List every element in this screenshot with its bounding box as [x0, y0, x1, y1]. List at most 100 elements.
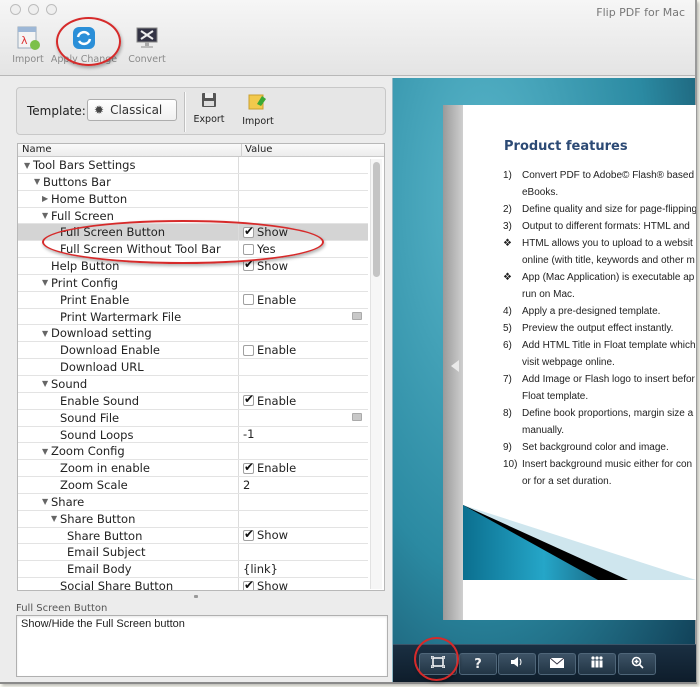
grid-row[interactable]: ▼ Share	[18, 493, 368, 511]
splitter-handle[interactable]	[194, 595, 198, 598]
row-value[interactable]: Enable	[238, 460, 368, 477]
grid-row[interactable]: Print Wartermark File	[18, 308, 368, 326]
row-value[interactable]: -1	[238, 426, 368, 443]
grid-row[interactable]: Print Enable Enable	[18, 291, 368, 309]
row-label: Download Enable	[60, 343, 160, 358]
row-label: Buttons Bar	[43, 174, 111, 189]
folder-browse-icon[interactable]	[352, 311, 362, 320]
zoom-window-button[interactable]	[46, 4, 57, 15]
template-select[interactable]: ✹ Classical	[87, 99, 177, 121]
grid-row[interactable]: Full Screen Button Show	[18, 224, 368, 242]
book-page[interactable]: Product features 1) Convert PDF to Adobe©…	[463, 105, 696, 620]
checkbox[interactable]	[243, 578, 254, 590]
apply-change-button[interactable]: Apply Change	[51, 24, 117, 65]
folder-browse-icon[interactable]	[352, 412, 362, 421]
row-value[interactable]: Enable	[238, 342, 368, 359]
grid-row[interactable]: Enable Sound Enable	[18, 392, 368, 410]
disclosure-open-icon[interactable]: ▼	[24, 161, 33, 170]
share-email-button[interactable]	[538, 653, 576, 675]
checkbox[interactable]	[243, 224, 254, 238]
row-value[interactable]: Enable	[238, 291, 368, 308]
grid-row[interactable]: Download URL	[18, 359, 368, 376]
disclosure-open-icon[interactable]: ▼	[51, 514, 60, 523]
disclosure-closed-icon[interactable]: ▶	[42, 194, 51, 203]
disclosure-open-icon[interactable]: ▼	[42, 211, 51, 220]
checkbox[interactable]	[243, 243, 254, 255]
import-pdf-icon: λ	[14, 24, 42, 52]
scrollbar-thumb[interactable]	[373, 162, 380, 277]
import-button[interactable]: λ Import	[4, 24, 52, 65]
row-value[interactable]: Show	[238, 224, 368, 241]
grid-row[interactable]: Social Share Button Show	[18, 578, 368, 590]
convert-button-label: Convert	[128, 54, 166, 65]
vertical-scrollbar[interactable]	[370, 159, 382, 589]
grid-row[interactable]: ▼ Print Config	[18, 274, 368, 292]
disclosure-open-icon[interactable]: ▼	[42, 278, 51, 287]
disclosure-open-icon[interactable]: ▼	[42, 329, 51, 338]
grid-row[interactable]: Email Body {link}	[18, 561, 368, 579]
checkbox[interactable]	[243, 392, 254, 407]
row-value[interactable]: Enable	[238, 392, 368, 409]
row-value[interactable]: Show	[238, 527, 368, 544]
disclosure-open-icon[interactable]: ▼	[34, 177, 43, 186]
grid-row[interactable]: Share Button Show	[18, 527, 368, 545]
grid-row[interactable]: ▶ Home Button	[18, 190, 368, 208]
disclosure-open-icon[interactable]: ▼	[42, 379, 51, 388]
column-header-value[interactable]: Value	[241, 144, 272, 157]
export-template-button[interactable]: Export	[187, 92, 231, 125]
column-header-name[interactable]: Name	[22, 144, 52, 155]
disclosure-open-icon[interactable]: ▼	[42, 447, 51, 456]
grid-row[interactable]: ▼ Download setting	[18, 325, 368, 343]
row-value[interactable]: Show	[238, 578, 368, 590]
grid-row[interactable]: ▼ Tool Bars Settings	[18, 157, 368, 174]
row-label: Full Screen Button	[60, 225, 166, 240]
row-value[interactable]: Yes	[238, 241, 368, 258]
grid-row[interactable]: Full Screen Without Tool Bar Yes	[18, 241, 368, 259]
grid-row[interactable]: Help Button Show	[18, 257, 368, 275]
grid-row[interactable]: Email Subject	[18, 544, 368, 562]
checkbox[interactable]	[243, 257, 254, 272]
zoom-in-button[interactable]	[618, 653, 656, 675]
grid-row[interactable]: Sound File	[18, 409, 368, 427]
sound-button[interactable]	[498, 653, 536, 675]
row-value	[238, 190, 368, 207]
import-template-button[interactable]: Import	[236, 92, 280, 127]
row-value	[238, 325, 368, 342]
row-value[interactable]	[238, 409, 368, 426]
feature-number: 9)	[503, 442, 512, 453]
checkbox[interactable]	[243, 294, 254, 306]
grid-row[interactable]: ▼ Share Button	[18, 510, 368, 528]
convert-icon	[133, 24, 161, 52]
row-value[interactable]	[238, 359, 368, 375]
disclosure-open-icon[interactable]: ▼	[42, 497, 51, 506]
close-window-button[interactable]	[10, 4, 21, 15]
row-value[interactable]: {link}	[238, 561, 368, 578]
row-value[interactable]: Show	[238, 257, 368, 274]
previous-page-arrow[interactable]	[451, 360, 459, 372]
grid-row[interactable]: Sound Loops -1	[18, 426, 368, 444]
feature-text: manually.	[522, 425, 565, 436]
grid-row[interactable]: Zoom in enable Enable	[18, 460, 368, 478]
grid-row[interactable]: ▼ Sound	[18, 375, 368, 393]
grid-row[interactable]: Download Enable Enable	[18, 342, 368, 360]
checkbox[interactable]	[243, 527, 254, 541]
social-share-button[interactable]	[578, 653, 616, 675]
feature-text: Convert PDF to Adobe© Flash® based	[522, 170, 695, 181]
fullscreen-button[interactable]	[419, 653, 457, 675]
row-value[interactable]	[238, 308, 368, 325]
row-value-text: Enable	[257, 461, 297, 476]
apply-change-icon	[70, 24, 98, 52]
grid-row[interactable]: ▼ Zoom Config	[18, 443, 368, 461]
app-window: Flip PDF for Mac λ Import Apply Change C…	[0, 0, 697, 684]
checkbox[interactable]	[243, 344, 254, 356]
grid-row[interactable]: ▼ Full Screen	[18, 207, 368, 225]
convert-button[interactable]: Convert	[123, 24, 171, 65]
checkbox[interactable]	[243, 460, 254, 474]
minimize-window-button[interactable]	[28, 4, 39, 15]
row-value[interactable]	[238, 544, 368, 561]
grid-row[interactable]: Zoom Scale 2	[18, 477, 368, 494]
help-button[interactable]: ?	[459, 653, 497, 675]
row-value[interactable]: 2	[238, 477, 368, 493]
row-name: Share Button	[67, 529, 142, 543]
grid-row[interactable]: ▼ Buttons Bar	[18, 173, 368, 191]
